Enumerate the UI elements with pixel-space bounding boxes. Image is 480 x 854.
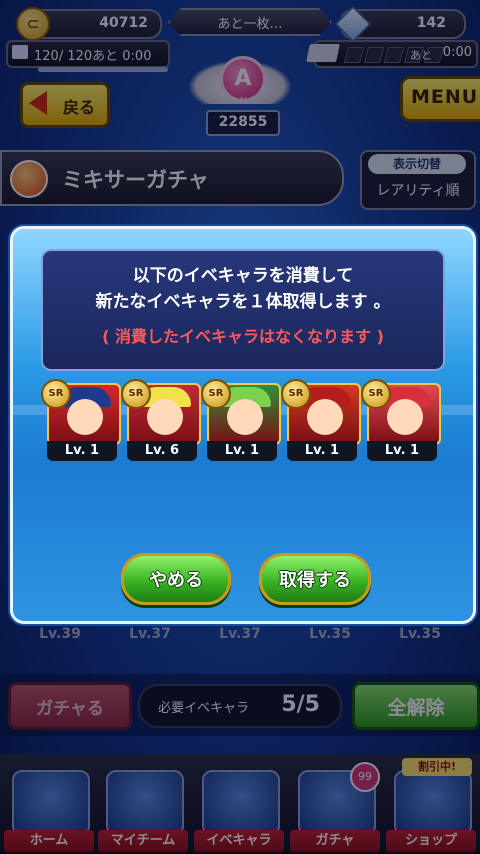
character-card: SR Lv. 1 <box>361 379 441 463</box>
dialog-message-line2: 新たなイベキャラを１体取得します 。 <box>95 292 391 312</box>
character-face <box>147 399 183 435</box>
character-card: SR Lv. 1 <box>281 379 361 463</box>
dialog-warning: ( 消費したイベキャラはなくなります ) <box>102 327 384 346</box>
cancel-label: やめる <box>149 570 203 591</box>
character-face <box>307 399 343 435</box>
character-card: SR Lv. 1 <box>41 379 121 463</box>
sr-badge-icon: SR <box>281 379 311 409</box>
character-level: Lv. 1 <box>207 441 277 461</box>
cancel-button[interactable]: やめる <box>121 553 231 605</box>
character-card: SR Lv. 6 <box>121 379 201 463</box>
character-level: Lv. 6 <box>127 441 197 461</box>
character-level: Lv. 1 <box>367 441 437 461</box>
character-face <box>227 399 263 435</box>
character-level: Lv. 1 <box>287 441 357 461</box>
character-card: SR Lv. 1 <box>201 379 281 463</box>
sr-badge-icon: SR <box>41 379 71 409</box>
character-list: SR Lv. 1 SR Lv. 6 SR Lv. 1 SR Lv. 1 SR L… <box>41 379 441 463</box>
character-face <box>67 399 103 435</box>
acquire-label: 取得する <box>279 570 351 591</box>
character-face <box>387 399 423 435</box>
dialog-message-line1: 以下のイベキャラを消費して <box>132 266 354 286</box>
sr-badge-icon: SR <box>121 379 151 409</box>
acquire-button[interactable]: 取得する <box>259 553 371 605</box>
sr-badge-icon: SR <box>201 379 231 409</box>
dialog-message-box: 以下のイベキャラを消費して 新たなイベキャラを１体取得します 。 ( 消費したイ… <box>41 249 445 371</box>
sr-badge-icon: SR <box>361 379 391 409</box>
confirm-dialog: 以下のイベキャラを消費して 新たなイベキャラを１体取得します 。 ( 消費したイ… <box>10 226 476 624</box>
character-level: Lv. 1 <box>47 441 117 461</box>
